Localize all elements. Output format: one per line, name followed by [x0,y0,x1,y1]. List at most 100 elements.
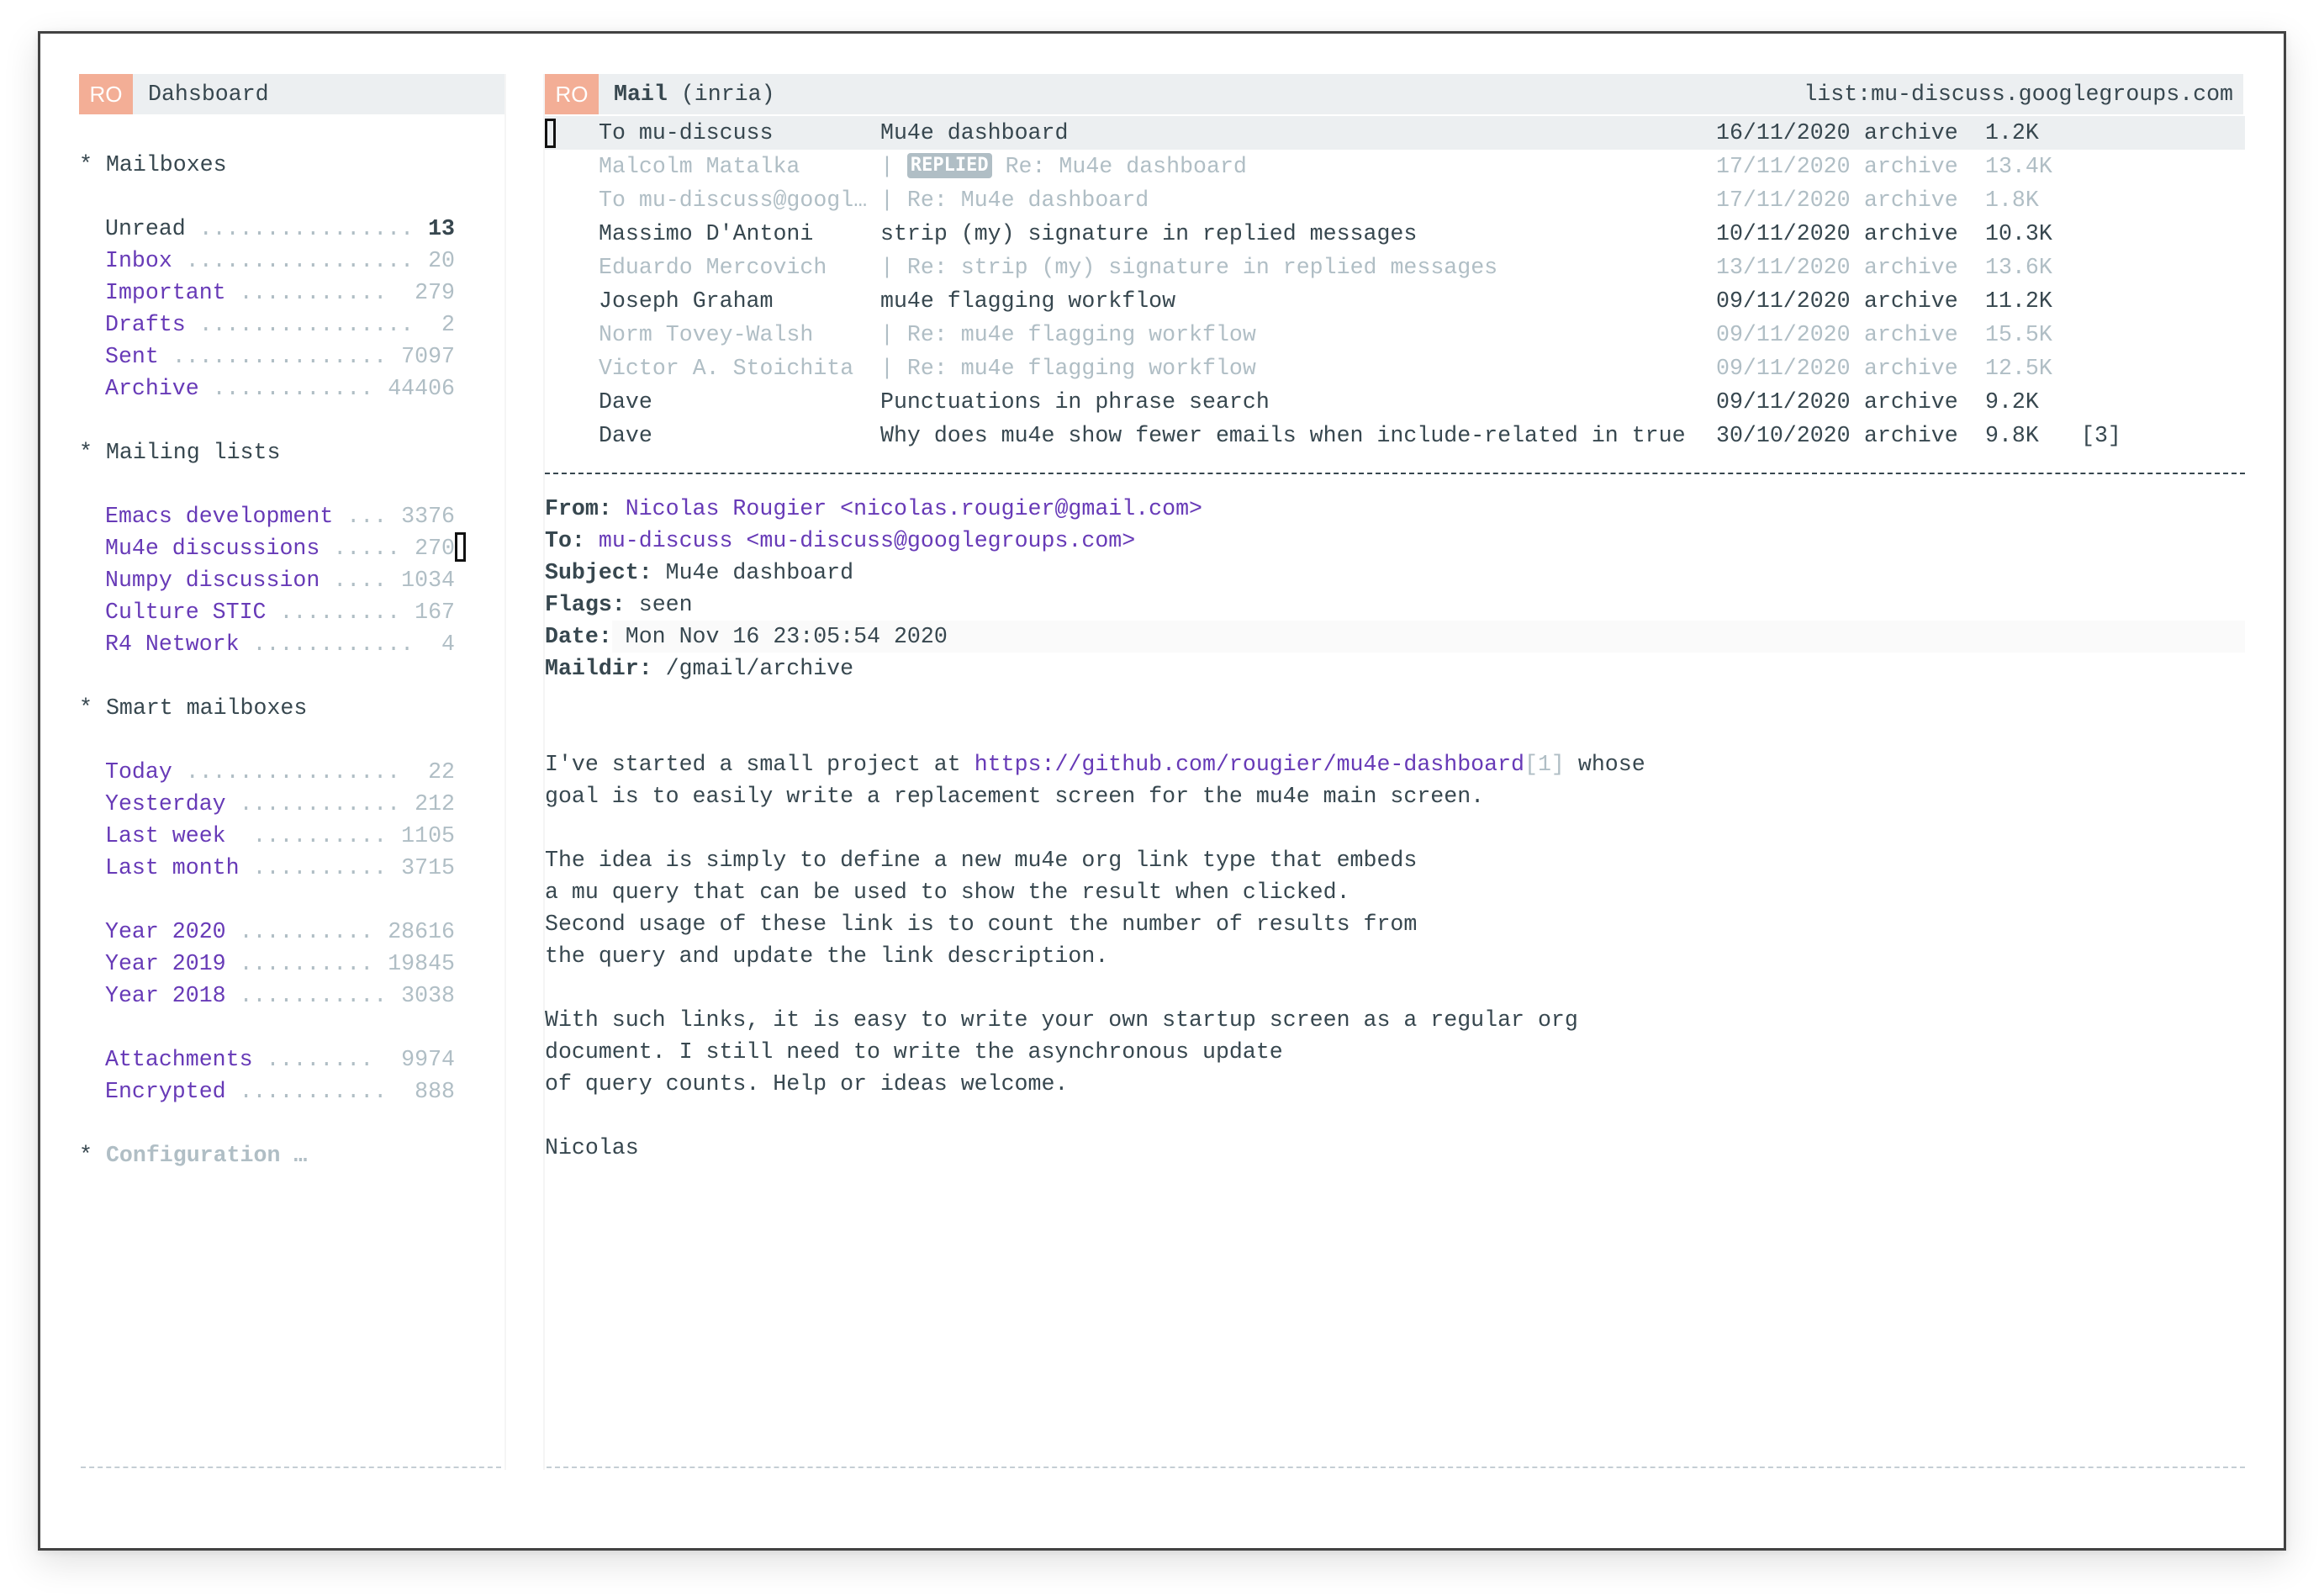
message-row[interactable]: Eduardo Mercovich | Re: strip (my) signat… [545,251,2245,284]
project-link[interactable]: https://github.com/rougier/mu4e-dashboar… [974,752,1524,777]
to-address[interactable]: mu-discuss <mu-discuss@googlegroups.com> [599,528,1135,553]
sidebar-item-last-week[interactable]: Last week .......... 1105 [79,820,455,852]
message-row[interactable]: To mu-discuss@googl… | Re: Mu4e dashboard… [545,183,2245,217]
leader-dots: ................ [185,216,428,241]
message-date: 09/11/2020 [1716,356,1851,381]
sidebar-item-label[interactable]: Mu4e discussions [105,532,320,564]
sidebar-item-year-2019[interactable]: Year 2019 .......... 19845 [79,948,455,980]
sidebar-item-label[interactable]: Archive [105,373,199,404]
sidebar-item-label[interactable]: Attachments [105,1044,253,1075]
mail-header-title: Mail (inria) [614,82,775,107]
sidebar-item-label[interactable]: Year 2019 [105,948,226,980]
sidebar-item-year-2018[interactable]: Year 2018 ........... 3038 [79,980,455,1012]
link-reference[interactable]: [1] [1524,752,1565,777]
section-heading-smart-mailboxes[interactable]: * Smart mailboxes [79,692,504,724]
sidebar-item-label[interactable]: Numpy discussion [105,564,320,596]
thread-indent: | [880,154,907,179]
sidebar-item-count: 3715 [401,855,455,880]
sidebar-item-label[interactable]: Today [105,756,172,788]
sidebar-item-numpy-discussion[interactable]: Numpy discussion .... 1034 [79,564,455,596]
message-subject: strip (my) signature in replied messages [880,217,1417,251]
signature: Nicolas [545,1135,639,1160]
message-folder: archive [1864,188,1958,213]
sidebar-item-inbox[interactable]: Inbox ................. 20 [79,245,455,277]
body-line: With such links, it is easy to write you… [545,1007,1578,1033]
body-line: goal is to easily write a replacement sc… [545,784,1485,809]
sidebar-item-label[interactable]: Last week [105,820,226,852]
from-address[interactable]: Nicolas Rougier <nicolas.rougier@gmail.c… [626,496,1202,521]
sidebar-item-count: 13 [428,216,455,241]
message-row[interactable]: Victor A. Stoichita | Re: mu4e flagging w… [545,351,2245,385]
sidebar-item-label[interactable]: Encrypted [105,1075,226,1107]
mail-header-bar: RO Mail (inria) list:mu-discuss.googlegr… [545,74,2243,114]
header-subject: Subject: Mu4e dashboard [545,560,854,585]
sidebar-item-yesterday[interactable]: Yesterday ............ 212 [79,788,455,820]
sidebar-item-important[interactable]: Important ........... 279 [79,277,455,309]
leader-dots: ............ [198,376,388,401]
sidebar-item-last-month[interactable]: Last month .......... 3715 [79,852,455,884]
body-line: The idea is simply to define a new mu4e … [545,848,1418,873]
sidebar-item-today[interactable]: Today ................ 22 [79,756,455,788]
sidebar-item-r4-network[interactable]: R4 Network ............ 4 [79,628,455,660]
sidebar-item-emacs-development[interactable]: Emacs development ... 3376 [79,500,455,532]
sidebar-item-attachments[interactable]: Attachments ........ 9974 [79,1044,455,1075]
message-date: 10/11/2020 [1716,221,1851,246]
message-row[interactable]: Dave Why does mu4e show fewer emails when… [545,419,2245,452]
sidebar-item-label[interactable]: Unread [105,213,186,245]
message-sender: Joseph Graham [599,288,774,314]
sidebar-item-drafts[interactable]: Drafts ................ 2 [79,309,455,341]
message-size: 9.2K [1985,389,2039,415]
sidebar-item-label[interactable]: Yesterday [105,788,226,820]
message-row[interactable]: To mu-discuss Mu4e dashboard 16/11/2020 arc… [545,116,2245,150]
sidebar-item-count: 4 [441,632,455,657]
message-size: 13.4K [1985,154,2052,179]
dashboard-sidebar: * Mailboxes Unread ................ 13 In… [79,117,504,1171]
leader-dots: .......... [225,919,388,944]
dashboard-title: Dahsboard [148,82,269,107]
message-folder: archive [1864,423,1958,448]
section-heading-mailing-lists[interactable]: * Mailing lists [79,436,504,468]
subject-text: Re: Mu4e dashboard [906,188,1149,213]
message-sender: Malcolm Matalka [599,154,800,179]
message-subject: mu4e flagging workflow [880,284,1175,318]
message-row[interactable]: Malcolm Matalka | REPLIED Re: Mu4e dashbo… [545,150,2245,183]
sidebar-item-count: 20 [428,248,455,273]
sidebar-item-unread[interactable]: Unread ................ 13 [79,213,455,245]
message-sender: Victor A. Stoichita [599,356,854,381]
message-row[interactable]: Norm Tovey-Walsh | Re: mu4e flagging work… [545,318,2245,351]
message-row[interactable]: Dave Punctuations in phrase search 09/11/2… [545,385,2245,419]
message-size: 9.8K [1985,423,2039,448]
sidebar-item-sent[interactable]: Sent ................ 7097 [79,341,455,373]
sidebar-item-label[interactable]: Year 2020 [105,916,226,948]
sidebar-item-mu4e-discussions[interactable]: Mu4e discussions ..... 270 [79,532,455,564]
sidebar-item-year-2020[interactable]: Year 2020 .......... 28616 [79,916,455,948]
leader-dots: ................ [158,344,401,369]
sidebar-item-label[interactable]: Important [105,277,226,309]
sidebar-item-archive[interactable]: Archive ............ 44406 [79,373,455,404]
section-heading-configuration[interactable]: * Configuration … [79,1139,504,1171]
sidebar-item-label[interactable]: R4 Network [105,628,240,660]
message-date: 09/11/2020 [1716,322,1851,347]
sidebar-item-label[interactable]: Last month [105,852,240,884]
sidebar-item-label[interactable]: Year 2018 [105,980,226,1012]
sidebar-item-encrypted[interactable]: Encrypted ........... 888 [79,1075,455,1107]
message-folder: archive [1864,154,1958,179]
header-date: Date: Mon Nov 16 23:05:54 2020 [545,621,2245,653]
message-row[interactable]: Joseph Graham mu4e flagging workflow 09/11… [545,284,2245,318]
section-heading-mailboxes[interactable]: * Mailboxes [79,149,504,181]
sidebar-item-culture-stic[interactable]: Culture STIC ......... 167 [79,596,455,628]
sidebar-item-label[interactable]: Culture STIC [105,596,267,628]
message-folder: archive [1864,389,1958,415]
sidebar-item-count: 44406 [388,376,455,401]
message-row[interactable]: Massimo D'Antoni strip (my) signature in … [545,217,2245,251]
headers-separator [545,473,2245,474]
sidebar-item-label[interactable]: Inbox [105,245,172,277]
leader-dots: ........... [225,280,415,305]
message-size: 11.2K [1985,288,2052,314]
sidebar-item-label[interactable]: Emacs development [105,500,333,532]
sidebar-item-label[interactable]: Sent [105,341,159,373]
sidebar-divider[interactable] [504,74,506,1470]
sidebar-item-count: 212 [415,791,455,816]
message-view: From: Nicolas Rougier <nicolas.rougier@g… [545,493,2245,1164]
sidebar-item-label[interactable]: Drafts [105,309,186,341]
